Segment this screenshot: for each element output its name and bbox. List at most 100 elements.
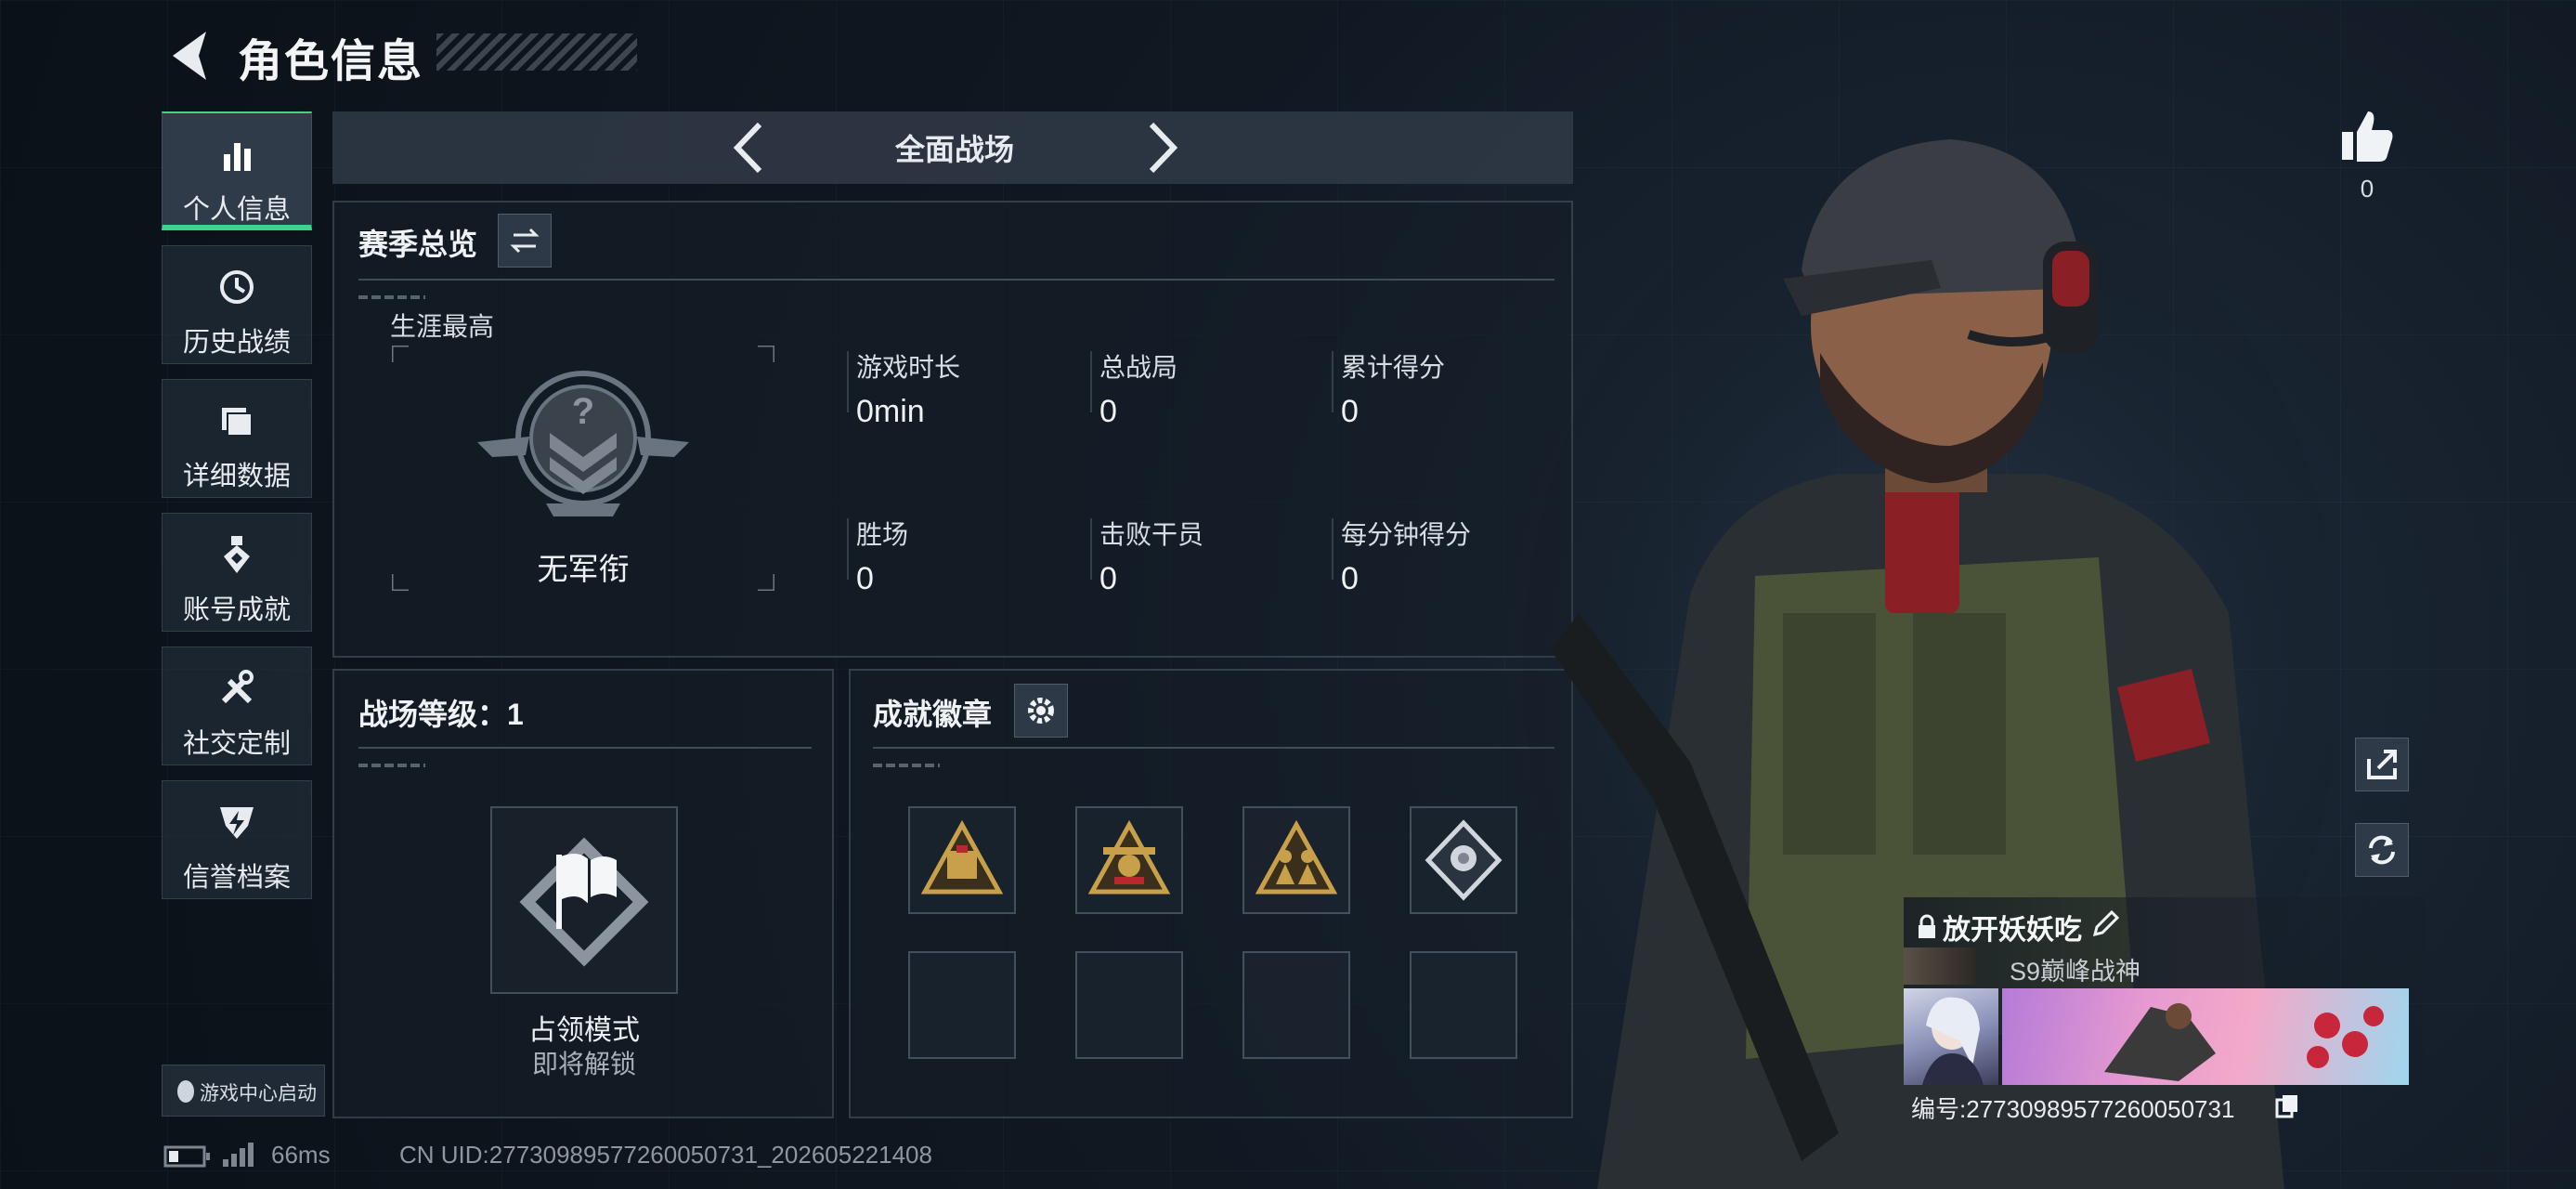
stat-value: 0: [1341, 394, 1359, 429]
badge-slot[interactable]: [1075, 806, 1183, 914]
sidebar-item-social[interactable]: 社交定制: [162, 647, 312, 765]
mode-unlock-card[interactable]: [490, 806, 678, 994]
like-count: 0: [2360, 175, 2374, 203]
shield-lightning-icon: [220, 807, 254, 839]
badge-slot[interactable]: [908, 806, 1016, 914]
tools-icon: [221, 670, 254, 704]
unlock-status-label: 即将解锁: [531, 1050, 636, 1078]
divider: [358, 764, 425, 767]
like-button[interactable]: [2335, 104, 2400, 169]
folder-icon: [222, 408, 253, 437]
sidebar-item-reputation[interactable]: 信誉档案: [162, 780, 312, 899]
player-name: 放开妖妖吃: [1943, 915, 2082, 946]
divider: [1332, 351, 1334, 412]
copy-icon: [2275, 1095, 2297, 1118]
divider: [358, 279, 1555, 281]
player-avatar[interactable]: [1904, 988, 1998, 1085]
refresh-icon: [2369, 835, 2395, 865]
edit-name-button[interactable]: [2089, 908, 2121, 940]
sidebar-item-achievements[interactable]: 账号成就: [162, 513, 312, 632]
squad-badge-icon: [1255, 819, 1338, 895]
badge-slot-empty[interactable]: [1075, 951, 1183, 1059]
badge-slot[interactable]: [1242, 806, 1350, 914]
share-button[interactable]: [2355, 738, 2409, 791]
title-decoration: [436, 33, 637, 71]
mode-prev-button[interactable]: [722, 119, 778, 176]
divider: [358, 747, 812, 749]
copy-id-button[interactable]: [2273, 1092, 2301, 1120]
rank-label: 无军衔: [537, 552, 630, 586]
season-overview-title: 赛季总览: [358, 228, 478, 261]
back-arrow-icon: [173, 32, 206, 80]
thumbs-up-icon: [2342, 111, 2393, 162]
sidebar-item-personal-info[interactable]: 个人信息: [162, 111, 312, 230]
sidebar-item-label: 详细数据: [182, 462, 291, 491]
stat-label: 总战局: [1099, 353, 1178, 382]
divider: [1332, 518, 1334, 580]
mode-next-button[interactable]: [1133, 119, 1189, 176]
sidebar-item-label: 个人信息: [182, 195, 291, 225]
sidebar-item-detailed-data[interactable]: 详细数据: [162, 379, 312, 498]
svg-text:?: ?: [572, 391, 594, 432]
chevron-right-icon: [1149, 122, 1178, 174]
sidebar-item-label: 历史战绩: [182, 328, 291, 358]
stat-value: 0: [1341, 561, 1359, 596]
supply-crate-badge-icon: [920, 819, 1004, 895]
divider: [358, 295, 425, 299]
page-title: 角色信息: [238, 37, 424, 86]
divider: [873, 764, 940, 767]
divider: [847, 518, 849, 580]
career-best-label: 生涯最高: [390, 312, 495, 341]
clock-history-icon: [220, 270, 254, 304]
sidebar-item-label: 账号成就: [182, 595, 291, 625]
gear-icon: [1028, 698, 1054, 724]
game-center-launch-button[interactable]: 游戏中心启动: [162, 1065, 325, 1117]
badge-settings-button[interactable]: [1014, 684, 1068, 738]
stat-label: 游戏时长: [856, 353, 961, 382]
bar-chart-icon: [224, 143, 251, 171]
drone-badge-icon: [1087, 819, 1171, 895]
achievement-badges-title: 成就徽章: [873, 698, 993, 731]
flag-emblem-icon: [519, 837, 649, 967]
sidebar-item-label: 信誉档案: [182, 863, 291, 893]
badge-slot-empty[interactable]: [1242, 951, 1350, 1059]
stat-value: 0: [1099, 394, 1117, 429]
divider: [1090, 351, 1092, 412]
player-id: 编号:27730989577260050731: [1911, 1095, 2235, 1123]
stat-label: 胜场: [856, 520, 909, 549]
back-button[interactable]: [165, 26, 221, 85]
refresh-button[interactable]: [2355, 823, 2409, 877]
divider: [1090, 518, 1092, 580]
stat-value: 0min: [856, 394, 925, 429]
pencil-icon: [2092, 909, 2120, 937]
swap-arrows-icon: [510, 228, 540, 254]
stat-value: 0: [856, 561, 874, 596]
sidebar-item-history[interactable]: 历史战绩: [162, 245, 312, 364]
player-banner[interactable]: [2002, 988, 2409, 1085]
ping-label: 66ms: [271, 1141, 331, 1169]
medal-icon: [224, 536, 250, 573]
mode-name-label: 占领模式: [528, 1015, 640, 1046]
lock-icon: [1919, 914, 1935, 938]
title-emblem: [1904, 947, 1976, 985]
mode-title: 全面战场: [894, 133, 1014, 166]
rank-emblem-icon: ?: [477, 371, 689, 516]
chevron-left-icon: [733, 122, 762, 174]
divider: [847, 351, 849, 412]
stat-label: 击败干员: [1099, 520, 1204, 549]
stat-value: 0: [1099, 561, 1117, 596]
signal-strength-icon: [223, 1143, 254, 1167]
badge-slot-empty[interactable]: [908, 951, 1016, 1059]
penguin-icon: [177, 1080, 194, 1103]
season-switch-button[interactable]: [498, 214, 552, 268]
battlefield-level-title: 战场等级：1: [358, 698, 524, 731]
uid-label: CN UID:27730989577260050731_202605221408: [399, 1141, 932, 1169]
sidebar-item-label: 社交定制: [182, 729, 291, 759]
player-title: S9巅峰战神: [2010, 958, 2141, 986]
stat-label: 累计得分: [1341, 353, 1446, 382]
avatar-portrait: [1922, 997, 1984, 1085]
share-icon: [2367, 750, 2397, 779]
banner-artwork: [2104, 1003, 2384, 1081]
battery-icon: [163, 1145, 210, 1168]
game-center-label: 游戏中心启动: [200, 1083, 317, 1104]
